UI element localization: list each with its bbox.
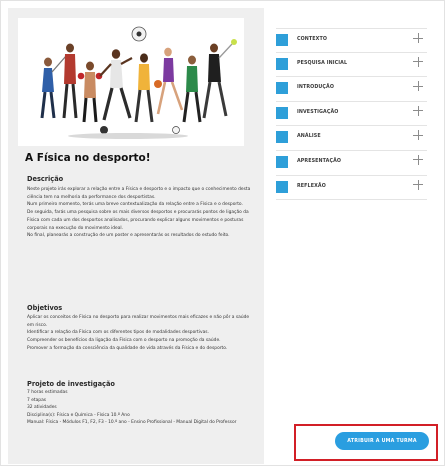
menu-item-label: REFLEXÃO — [297, 183, 326, 189]
plus-icon[interactable] — [413, 130, 423, 141]
stage-marker-icon — [276, 57, 288, 70]
manuals: Manual: Física - Módulos F1, F2, F3 - 10… — [27, 420, 237, 425]
menu-item-apresentacao[interactable]: APRESENTAÇÃO — [276, 151, 427, 176]
plus-icon[interactable] — [413, 154, 423, 165]
stage-marker-icon — [276, 155, 288, 168]
plus-icon[interactable] — [413, 33, 423, 43]
activity-count: 32 atividades — [27, 405, 57, 410]
objective-item: Promover a formação da consciência da qu… — [27, 345, 228, 351]
menu-item-investigacao[interactable]: INVESTIGAÇÃO — [276, 102, 427, 127]
menu-item-label: ANÁLISE — [297, 134, 321, 140]
stage-marker-icon — [276, 131, 288, 144]
stage-marker-icon — [276, 34, 288, 46]
hero-image — [18, 18, 244, 146]
menu-item-analise[interactable]: ANÁLISE — [276, 126, 427, 151]
objective-item: Aplicar os conceitos de Física no despor… — [27, 315, 250, 328]
objectives-heading: Objetivos — [27, 304, 63, 312]
description-paragraph: Num primeiro momento, terás uma breve co… — [27, 202, 243, 208]
plus-icon[interactable] — [413, 105, 423, 116]
description-heading: Descrição — [27, 175, 64, 183]
description-paragraph: Neste projeto irás explorar a relação en… — [27, 187, 251, 200]
plus-icon[interactable] — [413, 56, 423, 67]
plus-icon[interactable] — [413, 179, 423, 190]
stage-marker-icon — [276, 180, 288, 193]
description-text: Neste projeto irás explorar a relação en… — [27, 186, 257, 240]
menu-item-label: INVESTIGAÇÃO — [297, 109, 339, 115]
menu-item-label: APRESENTAÇÃO — [297, 158, 342, 164]
menu-item-contexto[interactable]: CONTEXTO — [276, 28, 427, 53]
stage-marker-icon — [276, 82, 288, 95]
menu-item-label: INTRODUÇÃO — [297, 85, 335, 91]
objectives-text: Aplicar os conceitos de Física no despor… — [27, 314, 257, 353]
menu-item-pesquisa-inicial[interactable]: PESQUISA INICIAL — [276, 53, 427, 78]
objective-item: Identificar a relação da Física com os d… — [27, 330, 209, 336]
description-paragraph: De seguida, farás uma pesquisa sobre os … — [27, 210, 249, 231]
menu-item-label: PESQUISA INICIAL — [297, 60, 348, 66]
stages-menu: CONTEXTO PESQUISA INICIAL INTRODUÇÃO INV… — [276, 28, 427, 201]
investigation-heading: Projeto de investigação — [27, 380, 115, 388]
stage-marker-icon — [276, 106, 288, 119]
investigation-details: 7 horas estimadas 7 etapas 32 atividades… — [27, 389, 259, 427]
subjects: Disciplina(s): Física e Química - Física… — [27, 412, 130, 418]
menu-item-introducao[interactable]: INTRODUÇÃO — [276, 77, 427, 102]
plus-icon[interactable] — [413, 81, 423, 92]
menu-item-reflexao[interactable]: REFLEXÃO — [276, 176, 427, 201]
assign-to-class-button[interactable]: ATRIBUIR A UMA TURMA — [335, 432, 429, 450]
stage-count: 7 etapas — [27, 397, 47, 403]
project-title: A Física no desporto! — [25, 152, 151, 164]
description-paragraph: No final, planearás a construção de um p… — [27, 233, 230, 239]
objective-item: Compreender os benefícios da ligação da … — [27, 338, 221, 344]
athletes-illustration — [40, 26, 237, 139]
estimated-hours: 7 horas estimadas — [27, 390, 68, 395]
menu-item-label: CONTEXTO — [297, 37, 328, 42]
